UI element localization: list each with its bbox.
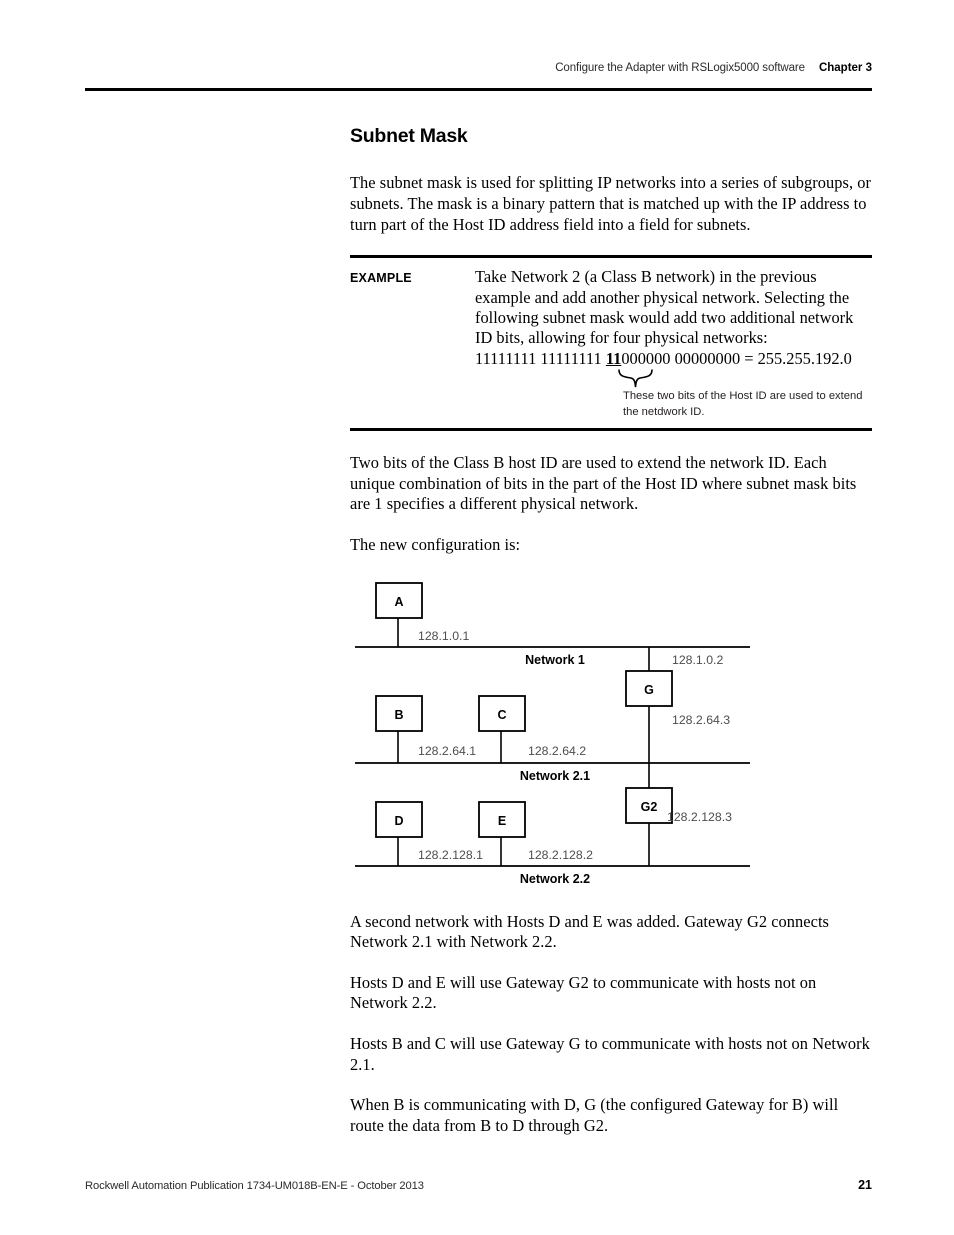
network-2-1-label: Network 2.1 bbox=[520, 769, 590, 783]
network-1-label: Network 1 bbox=[525, 653, 585, 667]
header-chapter-label: Chapter 3 bbox=[818, 62, 872, 74]
header-title: Configure the Adapter with RSLogix5000 s… bbox=[555, 62, 805, 74]
address-e: 128.2.128.2 bbox=[528, 848, 593, 862]
address-b: 128.2.64.1 bbox=[418, 744, 476, 758]
diagram-node-b: B bbox=[375, 694, 423, 763]
paragraph-lead-in: The new configuration is: bbox=[350, 535, 521, 555]
example-text: Take Network 2 (a Class B network) in th… bbox=[475, 267, 854, 348]
example-body: Take Network 2 (a Class B network) in th… bbox=[475, 267, 872, 420]
page-header: Configure the Adapter with RSLogix5000 s… bbox=[85, 62, 872, 74]
address-a: 128.1.0.1 bbox=[418, 629, 469, 643]
example-row: EXAMPLE Take Network 2 (a Class B networ… bbox=[350, 267, 872, 420]
binary-suffix: 000000 00000000 = 255.255.192.0 bbox=[621, 348, 852, 368]
node-d-label: D bbox=[394, 814, 403, 828]
brace-pointer bbox=[617, 369, 872, 391]
paragraph-after-example: Two bits of the Class B host ID are used… bbox=[350, 453, 857, 514]
node-b-label: B bbox=[394, 708, 403, 722]
address-g-top: 128.1.0.2 bbox=[672, 653, 723, 667]
subnet-mask-binary: 11111111 11111111 11000000 00000000 = 25… bbox=[475, 349, 872, 369]
intro-paragraph: The subnet mask is used for splitting IP… bbox=[350, 173, 871, 234]
node-e-label: E bbox=[498, 814, 506, 828]
address-g2-bottom: 128.2.128.3 bbox=[667, 810, 732, 824]
diagram-node-d: D bbox=[375, 800, 423, 866]
example-callout: EXAMPLE Take Network 2 (a Class B networ… bbox=[350, 255, 872, 432]
network-2-2-label: Network 2.2 bbox=[520, 872, 590, 886]
node-g2-label: G2 bbox=[641, 800, 658, 814]
paragraph-1: A second network with Hosts D and E was … bbox=[350, 911, 829, 952]
node-g-label: G bbox=[644, 683, 654, 697]
address-g-bottom: 128.2.64.3 bbox=[672, 713, 730, 727]
paragraph-4: When B is communicating with D, G (the c… bbox=[350, 1095, 839, 1135]
binary-highlighted-bits: 11 bbox=[605, 348, 622, 368]
paragraph-2: Hosts D and E will use Gateway G2 to com… bbox=[350, 972, 817, 1013]
node-a-label: A bbox=[394, 595, 403, 609]
node-c-label: C bbox=[497, 708, 506, 722]
diagram-node-a: A bbox=[375, 581, 423, 647]
example-label: EXAMPLE bbox=[350, 271, 412, 286]
binary-prefix: 11111111 11111111 bbox=[475, 348, 606, 368]
header-divider bbox=[85, 88, 872, 91]
page-number: 21 bbox=[858, 1178, 872, 1192]
example-note: These two bits of the Host ID are used t… bbox=[623, 390, 863, 418]
content-column: Subnet Mask The subnet mask is used for … bbox=[350, 125, 872, 1156]
page-title: Subnet Mask bbox=[350, 125, 468, 147]
publication-info: Rockwell Automation Publication 1734-UM0… bbox=[85, 1180, 424, 1192]
diagram-node-e: E bbox=[478, 800, 526, 866]
diagram-node-c: C bbox=[478, 694, 526, 763]
paragraph-3: Hosts B and C will use Gateway G to comm… bbox=[350, 1034, 870, 1074]
address-d: 128.2.128.1 bbox=[418, 848, 483, 862]
diagram-node-g2: G2 bbox=[625, 762, 673, 866]
network-diagram: A 128.1.0.1 Network 1 128.1.0.2 G 128.2.… bbox=[350, 576, 872, 886]
diagram-node-g: G bbox=[625, 646, 673, 763]
page-footer: Rockwell Automation Publication 1734-UM0… bbox=[85, 1178, 872, 1192]
address-c: 128.2.64.2 bbox=[528, 744, 586, 758]
